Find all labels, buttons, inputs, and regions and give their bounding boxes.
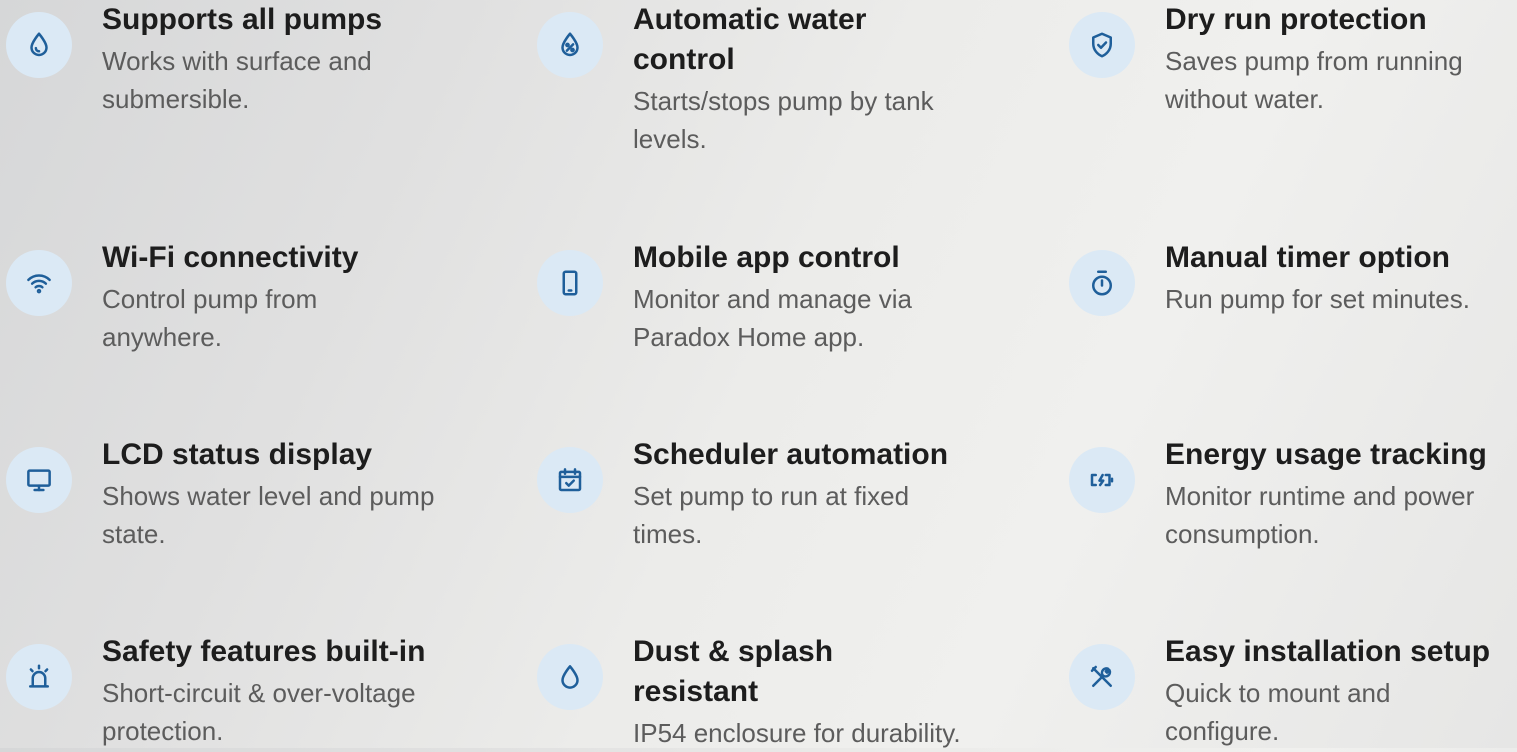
feature-description: Starts/stops pump by tank levels.	[633, 86, 934, 154]
feature-description: Short-circuit & over-voltage protection.	[102, 678, 416, 746]
tools-icon	[1069, 644, 1135, 710]
feature-title: Energy usage tracking	[1165, 438, 1487, 471]
feature-title: Supports all pumps	[102, 3, 383, 36]
feature-description: Control pump from anywhere.	[102, 284, 318, 352]
alarm-siren-icon	[6, 644, 72, 710]
wifi-icon	[6, 250, 72, 316]
smartphone-icon	[537, 250, 603, 316]
feature-title: Safety features built-in	[102, 635, 426, 668]
feature-title: Easy installation setup	[1165, 635, 1491, 668]
feature-description: Set pump to run at fixed times.	[633, 481, 910, 549]
droplet-outline-icon	[537, 644, 603, 710]
feature-title: Dry run protection	[1165, 3, 1427, 36]
feature-description: Saves pump from running without water.	[1165, 46, 1463, 114]
drop-percent-icon	[537, 12, 603, 78]
battery-charging-icon	[1069, 447, 1135, 513]
feature-title: Dust & splash resistant	[633, 635, 834, 708]
feature-description: Run pump for set minutes.	[1165, 284, 1470, 314]
feature-description: Monitor runtime and power consumption.	[1165, 481, 1475, 549]
shield-check-icon	[1069, 12, 1135, 78]
feature-description: Works with surface and submersible.	[102, 46, 372, 114]
feature-description: Shows water level and pump state.	[102, 481, 435, 549]
feature-title: Manual timer option	[1165, 241, 1450, 274]
monitor-icon	[6, 447, 72, 513]
calendar-check-icon	[537, 447, 603, 513]
water-drop-icon	[6, 12, 72, 78]
feature-title: Scheduler automation	[633, 438, 949, 471]
feature-description: IP54 enclosure for durability.	[633, 718, 961, 748]
feature-description: Quick to mount and configure.	[1165, 678, 1391, 746]
feature-title: Wi-Fi connectivity	[102, 241, 359, 274]
feature-description: Monitor and manage via Paradox Home app.	[633, 284, 912, 352]
timer-icon	[1069, 250, 1135, 316]
features-grid: Supports all pumps Works with surface an…	[0, 0, 1517, 748]
feature-title: Mobile app control	[633, 241, 900, 274]
feature-title: Automatic water control	[633, 3, 867, 76]
feature-title: LCD status display	[102, 438, 373, 471]
